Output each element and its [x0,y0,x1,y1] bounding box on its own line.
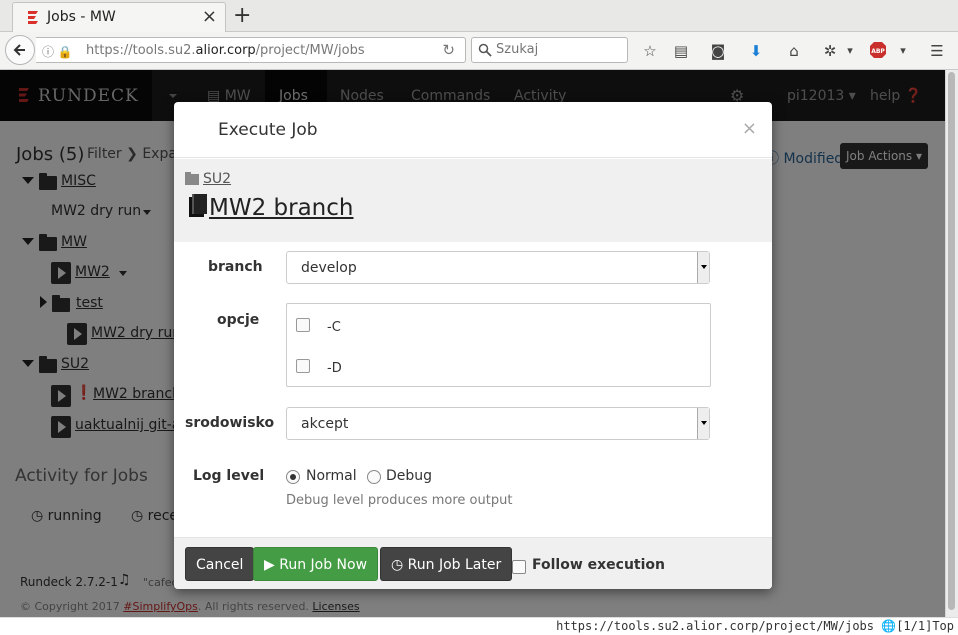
log-level-label: Log level [193,468,265,484]
job-info-header: SU2 MW2 branch [174,159,772,242]
log-level-normal-label[interactable]: Normal [306,468,357,484]
back-arrow-icon [13,44,25,56]
follow-execution-label[interactable]: Follow execution [532,557,665,573]
back-button[interactable] [5,35,35,65]
opcje-label: opcje [217,312,260,328]
extension-menu-icon[interactable]: ▾ [840,41,860,61]
cancel-button[interactable]: Cancel [185,547,255,581]
tab-close-icon[interactable]: × [202,6,217,27]
status-text: https://tools.su2.alior.corp/project/MW/… [556,619,954,633]
log-level-help: Debug level produces more output [286,493,513,508]
home-icon[interactable]: ⌂ [784,41,804,61]
adblock-menu-icon[interactable]: ▾ [893,41,913,61]
modal-header: Execute Job × [174,102,772,158]
new-tab-icon[interactable]: + [233,3,251,28]
option-d-label: -D [327,361,342,376]
bookmark-star-icon[interactable]: ☆ [640,41,660,61]
execute-job-modal: Execute Job × SU2 MW2 branch branch deve… [174,102,772,589]
site-info-icon[interactable]: ⓘ 🔒 [42,43,73,60]
pocket-icon[interactable]: ◙ [708,41,728,61]
search-icon [478,43,492,57]
follow-execution-checkbox[interactable] [512,560,526,574]
dropdown-arrow-icon [697,252,709,283]
browser-tab-bar: Jobs - MW × + [0,0,958,32]
play-icon: ▶ [264,557,280,573]
globe-icon: 🌐 [881,619,897,633]
job-name[interactable]: MW2 branch [209,195,353,221]
option-d-checkbox[interactable] [296,359,310,373]
dropdown-arrow-icon [697,408,709,439]
search-input[interactable] [494,41,624,58]
branch-select[interactable]: develop [286,251,710,284]
search-box[interactable] [471,37,628,63]
browser-status-bar: https://tools.su2.alior.corp/project/MW/… [0,617,958,635]
option-c-label: -C [327,320,341,335]
close-icon[interactable]: × [742,118,757,139]
modal-footer: Cancel ▶ Run Job Now ◷ Run Job Later Fol… [174,537,772,589]
clock-icon: ◷ [391,557,408,573]
svg-text:ABP: ABP [871,48,885,55]
modal-title: Execute Job [218,120,318,140]
log-level-debug-label[interactable]: Debug [386,468,432,484]
srodowisko-label: srodowisko [185,415,275,431]
browser-tab[interactable]: Jobs - MW × [12,2,226,32]
browser-toolbar: ⓘ 🔒 https://tools.su2.alior.corp/project… [0,32,958,70]
log-level-normal-radio[interactable] [286,470,300,484]
srodowisko-select[interactable]: akcept [286,407,710,440]
option-c-checkbox[interactable] [296,318,310,332]
url-bar[interactable]: ⓘ 🔒 https://tools.su2.alior.corp/project… [36,37,466,63]
url-text: https://tools.su2.alior.corp/project/MW/… [86,43,365,58]
extension-icon[interactable]: ✲ [820,41,840,61]
adblock-icon[interactable]: ABP [868,41,888,61]
page-scrollbar-thumb[interactable] [948,72,955,610]
job-book-icon [189,194,207,217]
reading-list-icon[interactable]: ▤ [671,41,691,61]
tab-title: Jobs - MW [47,9,116,25]
downloads-icon[interactable]: ⬇ [746,41,766,61]
hamburger-menu-icon[interactable]: ☰ [927,41,947,61]
folder-icon [185,172,199,185]
log-level-debug-radio[interactable] [367,470,381,484]
reload-icon[interactable]: ↻ [442,41,455,59]
run-job-later-button[interactable]: ◷ Run Job Later [380,547,513,581]
rundeck-favicon-icon [28,11,38,24]
branch-label: branch [208,259,263,275]
run-job-now-button[interactable]: ▶ Run Job Now [253,547,379,581]
opcje-options-box: -C -D [286,303,711,387]
